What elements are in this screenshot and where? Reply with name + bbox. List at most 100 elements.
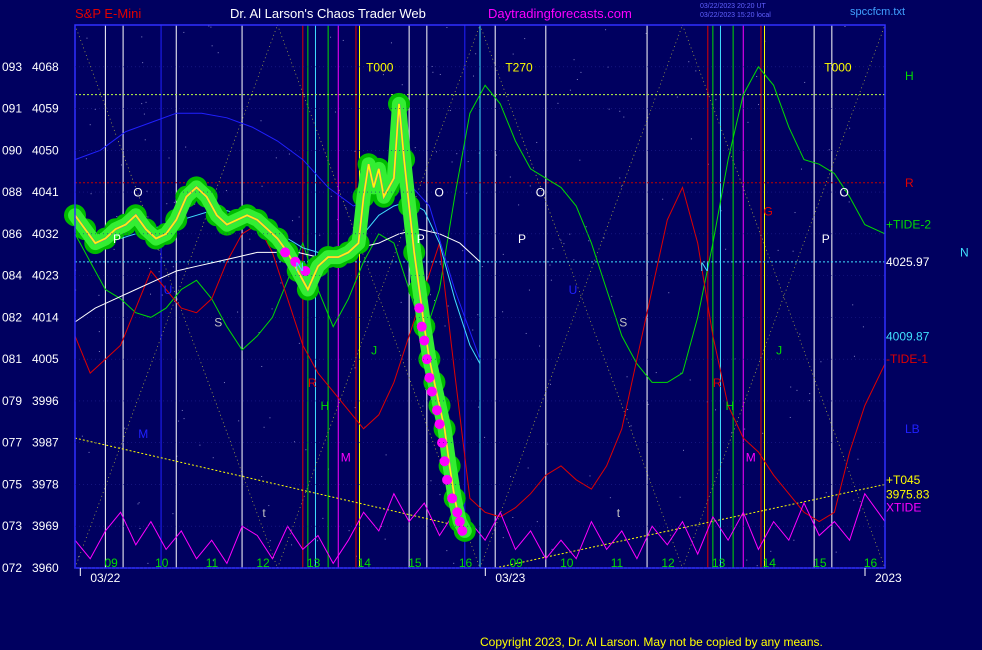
background-dot [435, 151, 437, 153]
x-tick-hour: 09 [509, 556, 523, 570]
background-dot [385, 454, 387, 456]
background-dot [85, 158, 87, 160]
background-dot [261, 185, 263, 187]
background-dot [430, 480, 432, 482]
background-dot [451, 161, 453, 163]
x-tick-hour: 11 [611, 556, 624, 570]
background-dot [800, 168, 802, 170]
background-dot [662, 198, 664, 200]
background-dot [655, 372, 657, 374]
background-dot [609, 497, 611, 499]
background-dot [149, 267, 151, 269]
background-dot [269, 417, 271, 419]
cycle-label: J [371, 344, 377, 358]
background-dot [141, 36, 143, 38]
cycle-label: O [536, 186, 545, 200]
background-dot [790, 386, 792, 388]
x-tick-hour: 13 [712, 556, 726, 570]
background-dot [384, 538, 386, 540]
background-dot [446, 550, 448, 552]
background-dot [217, 52, 219, 54]
background-dot [354, 150, 356, 152]
site-link[interactable]: Daytradingforecasts.com [488, 6, 632, 21]
background-dot [835, 551, 837, 553]
background-dot [690, 138, 692, 140]
background-dot [147, 562, 149, 564]
y-tick-code: 072 [2, 561, 22, 575]
background-dot [456, 153, 458, 155]
x-tick-hour: 14 [763, 556, 777, 570]
cycle-label: N [700, 260, 709, 274]
background-dot [446, 27, 448, 29]
background-dot [793, 539, 795, 541]
background-dot [619, 110, 621, 112]
background-dot [113, 248, 115, 250]
background-dot [549, 264, 551, 266]
data-filename: spccfcm.txt [850, 6, 905, 18]
cycle-label: H [726, 399, 735, 413]
background-dot [124, 427, 126, 429]
background-dot [627, 409, 629, 411]
background-dot [146, 190, 148, 192]
background-dot [688, 61, 690, 63]
cycle-label: S [619, 316, 627, 330]
background-dot [849, 127, 851, 129]
background-dot [862, 326, 864, 328]
x-tick-hour: 09 [104, 556, 118, 570]
background-dot [440, 263, 442, 265]
background-dot [158, 271, 160, 273]
background-dot [536, 141, 538, 143]
background-dot [431, 229, 433, 231]
background-dot [316, 540, 318, 542]
background-dot [88, 451, 90, 453]
background-dot [172, 266, 174, 268]
cycle-label: T000 [366, 60, 394, 74]
cycle-label: R [308, 376, 317, 390]
background-dot [178, 420, 180, 422]
background-dot [173, 201, 175, 203]
cycle-label: N [295, 260, 304, 274]
y-tick-code: 091 [2, 102, 22, 116]
magenta-dot [426, 386, 437, 397]
background-dot [120, 164, 122, 166]
magenta-dot [437, 437, 448, 448]
background-dot [147, 216, 149, 218]
background-dot [90, 193, 92, 195]
background-dot [390, 42, 392, 44]
background-dot [225, 190, 227, 192]
cycle-label: S [214, 316, 222, 330]
background-dot [809, 393, 811, 395]
timestamp-local: 03/22/2023 15:20 local [700, 12, 771, 19]
background-dot [467, 161, 469, 163]
background-dot [762, 432, 764, 434]
background-dot [183, 418, 185, 420]
background-dot [143, 113, 145, 115]
background-dot [630, 425, 632, 427]
background-dot [524, 38, 526, 40]
background-dot [322, 517, 324, 519]
background-dot [525, 332, 527, 334]
background-dot [550, 279, 552, 281]
x-tick-hour: 16 [459, 556, 473, 570]
background-dot [86, 37, 88, 39]
x-tick-hour: 16 [864, 556, 878, 570]
cycle-label: P [113, 232, 121, 246]
background-dot [144, 139, 146, 141]
y-tick-price: 3987 [32, 436, 59, 450]
background-dot [794, 212, 796, 214]
background-dot [305, 449, 307, 451]
x-tick-hour: 12 [256, 556, 270, 570]
background-dot [770, 550, 772, 552]
background-dot [472, 75, 474, 77]
background-dot [550, 383, 552, 385]
right-label: 3975.83 [886, 488, 930, 502]
background-dot [804, 81, 806, 83]
background-dot [756, 565, 758, 567]
background-dot [444, 325, 446, 327]
background-dot [828, 149, 830, 151]
x-tick-hour: 15 [408, 556, 422, 570]
background-dot [589, 475, 591, 477]
background-dot [683, 449, 685, 451]
background-dot [510, 476, 512, 478]
background-dot [799, 333, 801, 335]
